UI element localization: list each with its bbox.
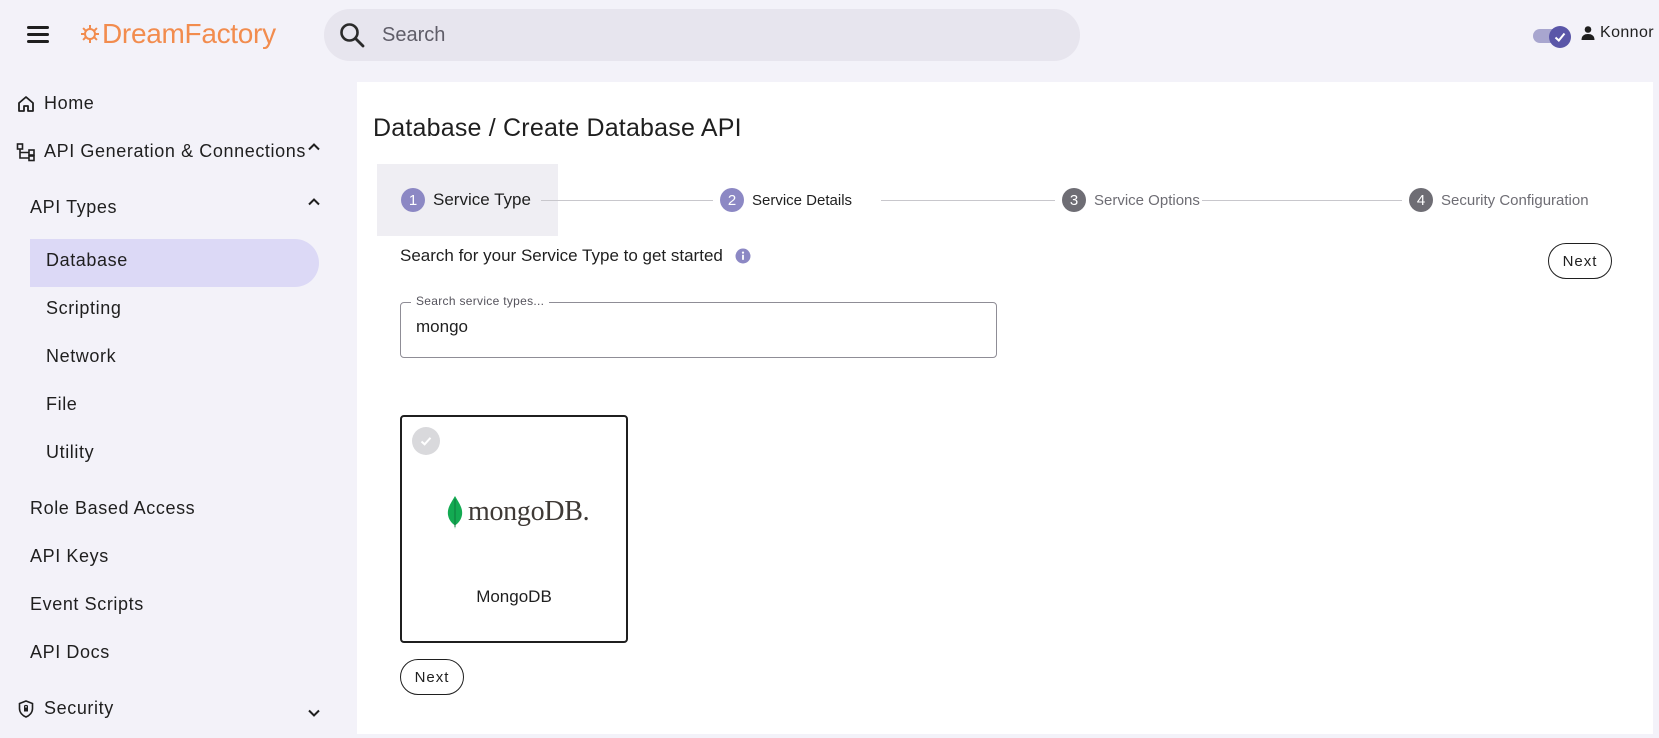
search-input[interactable] — [382, 23, 1042, 47]
info-icon[interactable] — [735, 248, 751, 264]
service-type-search-input[interactable] — [416, 317, 976, 337]
sidebar-item-role-based-access[interactable]: Role Based Access — [30, 498, 195, 519]
step-service-options[interactable]: 3 Service Options — [1062, 188, 1200, 212]
service-card-name: MongoDB — [476, 587, 552, 606]
sidebar-item-label: API Docs — [30, 642, 110, 662]
sidebar: Home API Generation & Connections API Ty… — [0, 78, 340, 738]
next-button-top[interactable]: Next — [1548, 243, 1612, 279]
step-label: Security Configuration — [1441, 191, 1589, 209]
step-label: Service Type — [433, 190, 531, 209]
global-search[interactable] — [324, 9, 1080, 61]
shield-icon — [18, 699, 34, 718]
page-title: Database / Create Database API — [373, 114, 742, 142]
gear-logo-icon — [81, 25, 99, 43]
sidebar-item-api-types[interactable]: API Types — [30, 197, 117, 218]
chevron-up-icon[interactable] — [306, 139, 322, 155]
search-icon — [340, 23, 365, 48]
check-icon — [420, 437, 432, 446]
step-number: 3 — [1062, 188, 1086, 212]
main-content: Database / Create Database API 1 Service… — [357, 82, 1653, 734]
sidebar-item-label: Home — [44, 93, 95, 113]
step-service-details[interactable]: 2 Service Details — [720, 188, 852, 212]
intro-label: Search for your Service Type to get star… — [400, 246, 723, 265]
home-icon — [18, 95, 34, 112]
step-number: 2 — [720, 188, 744, 212]
sidebar-item-label: Scripting — [46, 298, 122, 318]
mongodb-logo-text: mongoDB. — [468, 496, 590, 527]
step-connector — [881, 200, 1055, 201]
sidebar-item-file[interactable]: File — [46, 394, 77, 415]
sidebar-item-database[interactable]: Database — [46, 250, 128, 271]
user-name: Konnor — [1600, 24, 1654, 41]
step-service-type[interactable]: 1 Service Type — [401, 188, 531, 212]
field-label: Search service types... — [411, 294, 550, 308]
sidebar-item-network[interactable]: Network — [46, 346, 116, 367]
sidebar-item-label: Role Based Access — [30, 498, 196, 518]
step-number: 4 — [1409, 188, 1433, 212]
app-logo[interactable]: DreamFactory — [80, 14, 276, 54]
theme-toggle[interactable] — [1533, 25, 1571, 48]
intro-text: Search for your Service Type to get star… — [400, 246, 751, 266]
sidebar-item-scripting[interactable]: Scripting — [46, 298, 121, 319]
sidebar-item-label: Database — [46, 250, 128, 270]
step-number: 1 — [401, 188, 425, 212]
leaf-icon — [447, 496, 463, 529]
sidebar-item-label: API Generation & Connections — [44, 141, 306, 161]
menu-icon[interactable] — [26, 24, 50, 44]
sidebar-item-api-docs[interactable]: API Docs — [30, 642, 110, 663]
user-menu[interactable]: Konnor — [1580, 24, 1654, 42]
top-bar: DreamFactory Konnor — [0, 0, 1659, 70]
sidebar-item-event-scripts[interactable]: Event Scripts — [30, 594, 144, 615]
chevron-down-icon[interactable] — [306, 705, 322, 721]
mongodb-logo: mongoDB. — [446, 495, 590, 529]
logo-text: DreamFactory — [102, 18, 276, 49]
step-connector — [541, 200, 713, 201]
sidebar-item-label: API Keys — [30, 546, 109, 566]
step-security-configuration[interactable]: 4 Security Configuration — [1409, 188, 1589, 212]
sidebar-item-label: Event Scripts — [30, 594, 144, 614]
sidebar-item-home[interactable]: Home — [16, 93, 94, 114]
sidebar-item-api-generation[interactable]: API Generation & Connections — [16, 141, 306, 162]
sidebar-item-label: API Types — [30, 197, 118, 217]
connections-icon — [16, 142, 35, 161]
sidebar-item-api-keys[interactable]: API Keys — [30, 546, 109, 567]
service-card-mongodb[interactable]: mongoDB. MongoDB — [400, 415, 628, 643]
sidebar-item-label: Utility — [46, 442, 95, 462]
person-icon — [1581, 26, 1595, 40]
stepper: 1 Service Type 2 Service Details 3 Servi… — [377, 164, 1617, 236]
sidebar-item-label: File — [46, 394, 78, 414]
sidebar-item-label: Security — [44, 698, 114, 718]
sidebar-item-utility[interactable]: Utility — [46, 442, 94, 463]
step-label: Service Options — [1094, 191, 1200, 209]
sidebar-item-security[interactable]: Security — [16, 698, 114, 719]
next-button-bottom[interactable]: Next — [400, 659, 464, 695]
check-icon — [1554, 32, 1566, 42]
step-connector — [1202, 200, 1402, 201]
service-type-search-field[interactable]: Search service types... — [400, 294, 997, 358]
chevron-up-icon[interactable] — [306, 194, 322, 210]
sidebar-item-label: Network — [46, 346, 117, 366]
step-label: Service Details — [752, 191, 853, 209]
check-circle-icon[interactable] — [412, 427, 440, 455]
